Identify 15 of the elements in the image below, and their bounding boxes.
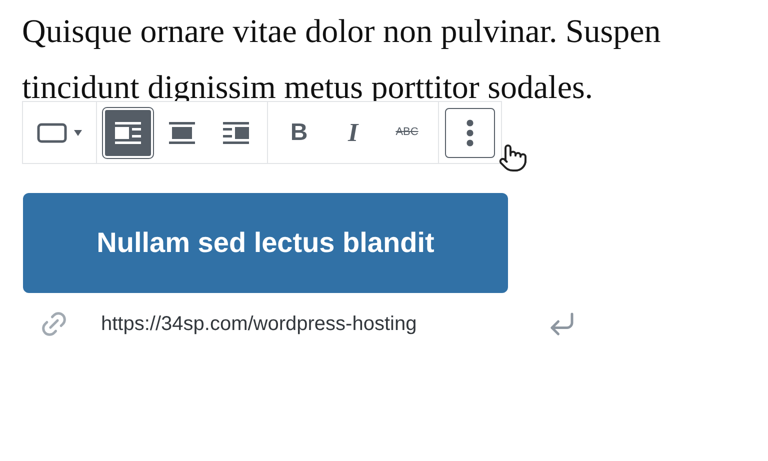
more-vertical-icon bbox=[466, 118, 474, 146]
align-left-button[interactable] bbox=[103, 108, 153, 158]
rectangle-icon bbox=[37, 122, 67, 142]
caret-icon bbox=[74, 130, 82, 136]
align-center-icon bbox=[169, 122, 195, 144]
italic-button[interactable]: I bbox=[328, 108, 378, 158]
bold-button[interactable]: B bbox=[274, 108, 324, 158]
paragraph-line: tincidunt dignissim metus porttitor sodales. bbox=[22, 69, 594, 108]
more-options-button[interactable] bbox=[445, 108, 495, 158]
call-to-action-button[interactable]: Nullam sed lectus blandit bbox=[23, 193, 508, 293]
strikethrough-button[interactable]: ABC bbox=[382, 108, 432, 158]
align-left-icon bbox=[115, 122, 141, 144]
paragraph-line: Quisque ornare vitae dolor non pulvinar. Suspen bbox=[22, 13, 661, 52]
align-right-icon bbox=[223, 122, 249, 144]
url-text: https://34sp.com/wordpress-hosting bbox=[101, 312, 417, 337]
